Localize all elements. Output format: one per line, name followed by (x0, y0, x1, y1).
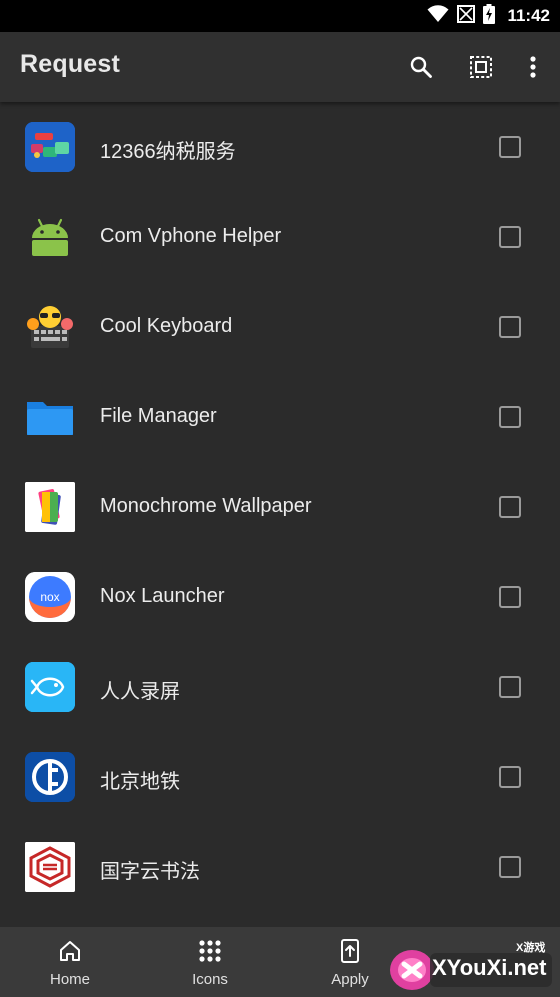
app-list: 12366纳税服务 Com Vphone Helper Cool Keyboar… (0, 102, 560, 927)
android-icon (25, 212, 75, 262)
select-checkbox[interactable] (499, 856, 521, 878)
nox-icon: nox (25, 572, 75, 622)
select-all-icon (470, 56, 492, 78)
search-icon (410, 56, 432, 78)
watermark-logo: X游戏 XYouXi.net (388, 935, 556, 995)
apply-icon (341, 939, 359, 963)
no-signal-icon (457, 4, 476, 28)
nav-home-label: Home (49, 971, 90, 988)
wallpaper-icon (25, 482, 75, 532)
home-icon (60, 941, 80, 961)
select-checkbox[interactable] (499, 316, 521, 338)
select-checkbox[interactable] (499, 586, 521, 608)
select-checkbox[interactable] (499, 496, 521, 518)
list-item[interactable]: Com Vphone Helper (0, 192, 560, 282)
nav-icons-label: Icons (192, 971, 228, 988)
more-options-button[interactable] (518, 52, 548, 82)
select-all-button[interactable] (466, 52, 496, 82)
status-bar: 11:42 (0, 0, 560, 32)
nav-home[interactable]: Home (15, 927, 125, 997)
svg-text:nox: nox (40, 590, 59, 604)
app-name: File Manager (100, 405, 217, 427)
tax-service-icon (25, 122, 75, 172)
search-button[interactable] (406, 52, 436, 82)
list-item[interactable]: File Manager (0, 372, 560, 462)
list-item[interactable]: nox Nox Launcher (0, 552, 560, 642)
app-name: Cool Keyboard (100, 315, 233, 337)
list-item[interactable]: Monochrome Wallpaper (0, 462, 560, 552)
subway-logo-icon (25, 752, 75, 802)
calligraphy-icon (25, 842, 75, 892)
nav-icons[interactable]: Icons (155, 927, 265, 997)
app-name: Com Vphone Helper (100, 225, 282, 247)
app-name: 国字云书法 (100, 861, 200, 883)
app-bar: Request (0, 32, 560, 102)
grid-icon (199, 940, 221, 962)
select-checkbox[interactable] (499, 766, 521, 788)
list-item[interactable]: Cool Keyboard (0, 282, 560, 372)
app-name: 北京地铁 (100, 771, 180, 793)
folder-icon (25, 392, 75, 442)
list-item[interactable]: 北京地铁 (0, 732, 560, 822)
app-name: 人人录屏 (100, 681, 180, 703)
fish-icon (25, 662, 75, 712)
list-item[interactable]: 12366纳税服务 (0, 102, 560, 192)
list-item[interactable]: 人人录屏 (0, 642, 560, 732)
page-title: Request (20, 50, 121, 78)
watermark-text: XYouXi.net (432, 955, 547, 980)
app-name: Monochrome Wallpaper (100, 495, 312, 517)
more-vert-icon (530, 56, 536, 78)
status-icons: 11:42 (427, 0, 550, 32)
emoji-keyboard-icon (25, 302, 75, 352)
select-checkbox[interactable] (499, 136, 521, 158)
app-name: 12366纳税服务 (100, 141, 236, 163)
select-checkbox[interactable] (499, 406, 521, 428)
wifi-icon (427, 4, 449, 28)
battery-charging-icon (483, 3, 496, 29)
watermark-small-text: X游戏 (516, 942, 546, 954)
select-checkbox[interactable] (499, 676, 521, 698)
status-time: 11:42 (507, 6, 550, 25)
select-checkbox[interactable] (499, 226, 521, 248)
app-name: Nox Launcher (100, 585, 225, 607)
list-item[interactable]: 国字云书法 (0, 822, 560, 912)
